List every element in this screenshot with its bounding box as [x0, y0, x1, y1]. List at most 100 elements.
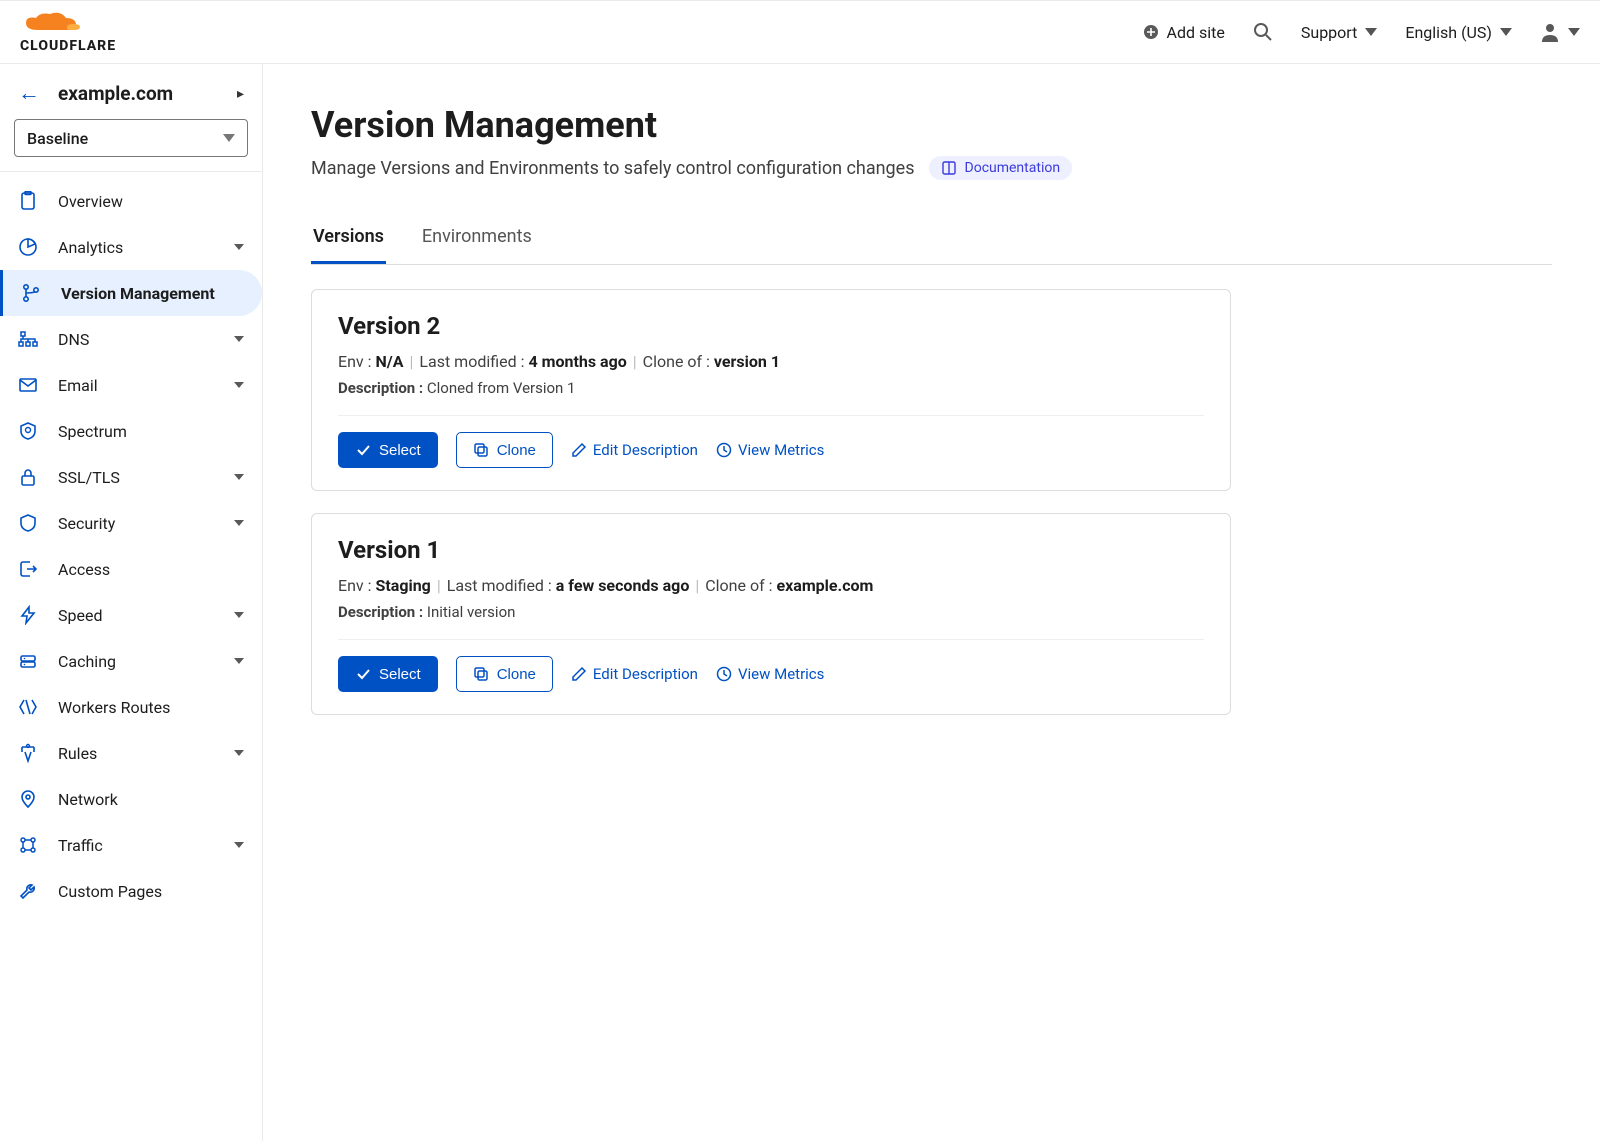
version-description: Description : Initial version [338, 603, 1204, 621]
version-meta: Env : Staging|Last modified : a few seco… [338, 576, 1204, 595]
edit-label: Edit Description [593, 441, 698, 459]
sidebar-item-dns[interactable]: DNS [0, 316, 262, 362]
tab-environments[interactable]: Environments [420, 216, 534, 264]
version-selector-label: Baseline [27, 129, 88, 148]
caret-down-icon [1500, 28, 1512, 36]
version-card: Version 1 Env : Staging|Last modified : a… [311, 513, 1231, 715]
sidebar-item-version-management[interactable]: Version Management [0, 270, 262, 316]
select-button[interactable]: Select [338, 432, 438, 468]
caret-down-icon [234, 244, 244, 250]
sidebar-item-access[interactable]: Access [0, 546, 262, 592]
version-selector[interactable]: Baseline [14, 119, 248, 157]
sidebar-item-label: Security [58, 514, 214, 533]
search-icon [1253, 22, 1273, 42]
sidebar-item-network[interactable]: Network [0, 776, 262, 822]
book-icon [941, 160, 957, 176]
brand-logo[interactable]: CLOUDFLARE [20, 10, 116, 54]
clone-button[interactable]: Clone [456, 656, 553, 692]
pie-icon [18, 237, 38, 257]
lock-icon [18, 467, 38, 487]
version-actions: Select Clone Edit Description View Metrics [338, 432, 1204, 468]
version-meta: Env : N/A|Last modified : 4 months ago|C… [338, 352, 1204, 371]
language-dropdown[interactable]: English (US) [1405, 23, 1512, 42]
sidebar-item-label: Rules [58, 744, 214, 763]
sidebar-item-analytics[interactable]: Analytics [0, 224, 262, 270]
sidebar-item-overview[interactable]: Overview [0, 178, 262, 224]
traffic-icon [18, 835, 38, 855]
topbar-right: Add site Support English (US) [1143, 22, 1580, 42]
sidebar-item-rules[interactable]: Rules [0, 730, 262, 776]
account-dropdown[interactable] [1540, 22, 1580, 42]
caret-down-icon [234, 520, 244, 526]
edit-description-link[interactable]: Edit Description [571, 441, 698, 459]
caret-down-icon [234, 750, 244, 756]
caret-down-icon [1365, 28, 1377, 36]
sidebar-item-security[interactable]: Security [0, 500, 262, 546]
version-card: Version 2Env : N/A|Last modified : 4 mon… [311, 289, 1231, 491]
support-label: Support [1301, 23, 1357, 42]
clock-icon [716, 442, 732, 458]
caret-down-icon [223, 134, 235, 142]
sidebar-item-speed[interactable]: Speed [0, 592, 262, 638]
sidebar-item-spectrum[interactable]: Spectrum [0, 408, 262, 454]
page-subtitle: Manage Versions and Environments to safe… [311, 158, 915, 179]
documentation-chip[interactable]: Documentation [929, 156, 1073, 180]
caret-down-icon [234, 336, 244, 342]
caret-down-icon [234, 382, 244, 388]
rules-icon [18, 743, 38, 763]
view-metrics-link[interactable]: View Metrics [716, 665, 824, 683]
select-label: Select [379, 442, 421, 459]
sidebar-item-label: Traffic [58, 836, 214, 855]
sidebar-nav: OverviewAnalytics Version Management DNS Em… [0, 172, 262, 914]
sidebar-item-label: Caching [58, 652, 214, 671]
back-arrow-icon[interactable]: ← [18, 83, 40, 105]
sidebar-item-label: Version Management [61, 284, 244, 303]
pencil-icon [571, 442, 587, 458]
version-title: Version 1 [338, 536, 1204, 564]
sidebar-item-ssl-tls[interactable]: SSL/TLS [0, 454, 262, 500]
sidebar-item-label: Access [58, 560, 244, 579]
sidebar-item-workers-routes[interactable]: Workers Routes [0, 684, 262, 730]
caret-down-icon [234, 842, 244, 848]
sidebar-item-traffic[interactable]: Traffic [0, 822, 262, 868]
logout-icon [18, 559, 38, 579]
select-button[interactable]: Select [338, 656, 438, 692]
language-label: English (US) [1405, 23, 1492, 42]
wrench-icon [18, 881, 38, 901]
bolt-icon [18, 605, 38, 625]
clone-button[interactable]: Clone [456, 432, 553, 468]
sidebar-item-label: Custom Pages [58, 882, 244, 901]
drive-icon [18, 651, 38, 671]
view-metrics-link[interactable]: View Metrics [716, 441, 824, 459]
version-actions: Select Clone Edit Description View Metrics [338, 656, 1204, 692]
top-bar: CLOUDFLARE Add site Support English (US) [0, 0, 1600, 64]
main-content: Version Management Manage Versions and E… [263, 64, 1600, 1141]
check-icon [355, 442, 371, 458]
add-site-button[interactable]: Add site [1143, 23, 1225, 42]
user-icon [1540, 22, 1560, 42]
edit-description-link[interactable]: Edit Description [571, 665, 698, 683]
tab-versions[interactable]: Versions [311, 216, 386, 264]
search-button[interactable] [1253, 22, 1273, 42]
sidebar-item-custom-pages[interactable]: Custom Pages [0, 868, 262, 914]
site-name: example.com [58, 82, 219, 105]
caret-down-icon [234, 612, 244, 618]
sidebar-item-email[interactable]: Email [0, 362, 262, 408]
caret-right-icon: ▸ [237, 86, 244, 102]
shield-badge-icon [18, 421, 38, 441]
plus-circle-icon [1143, 24, 1159, 40]
clock-icon [716, 666, 732, 682]
clone-label: Clone [497, 666, 536, 683]
support-dropdown[interactable]: Support [1301, 23, 1377, 42]
cloud-icon [20, 10, 100, 36]
sidebar-item-label: SSL/TLS [58, 468, 214, 487]
pin-icon [18, 789, 38, 809]
caret-down-icon [234, 658, 244, 664]
select-label: Select [379, 666, 421, 683]
sidebar-item-caching[interactable]: Caching [0, 638, 262, 684]
sidebar-item-label: Email [58, 376, 214, 395]
dns-icon [18, 329, 38, 349]
copy-icon [473, 442, 489, 458]
site-selector-row[interactable]: ← example.com ▸ [0, 82, 262, 119]
metrics-label: View Metrics [738, 441, 824, 459]
